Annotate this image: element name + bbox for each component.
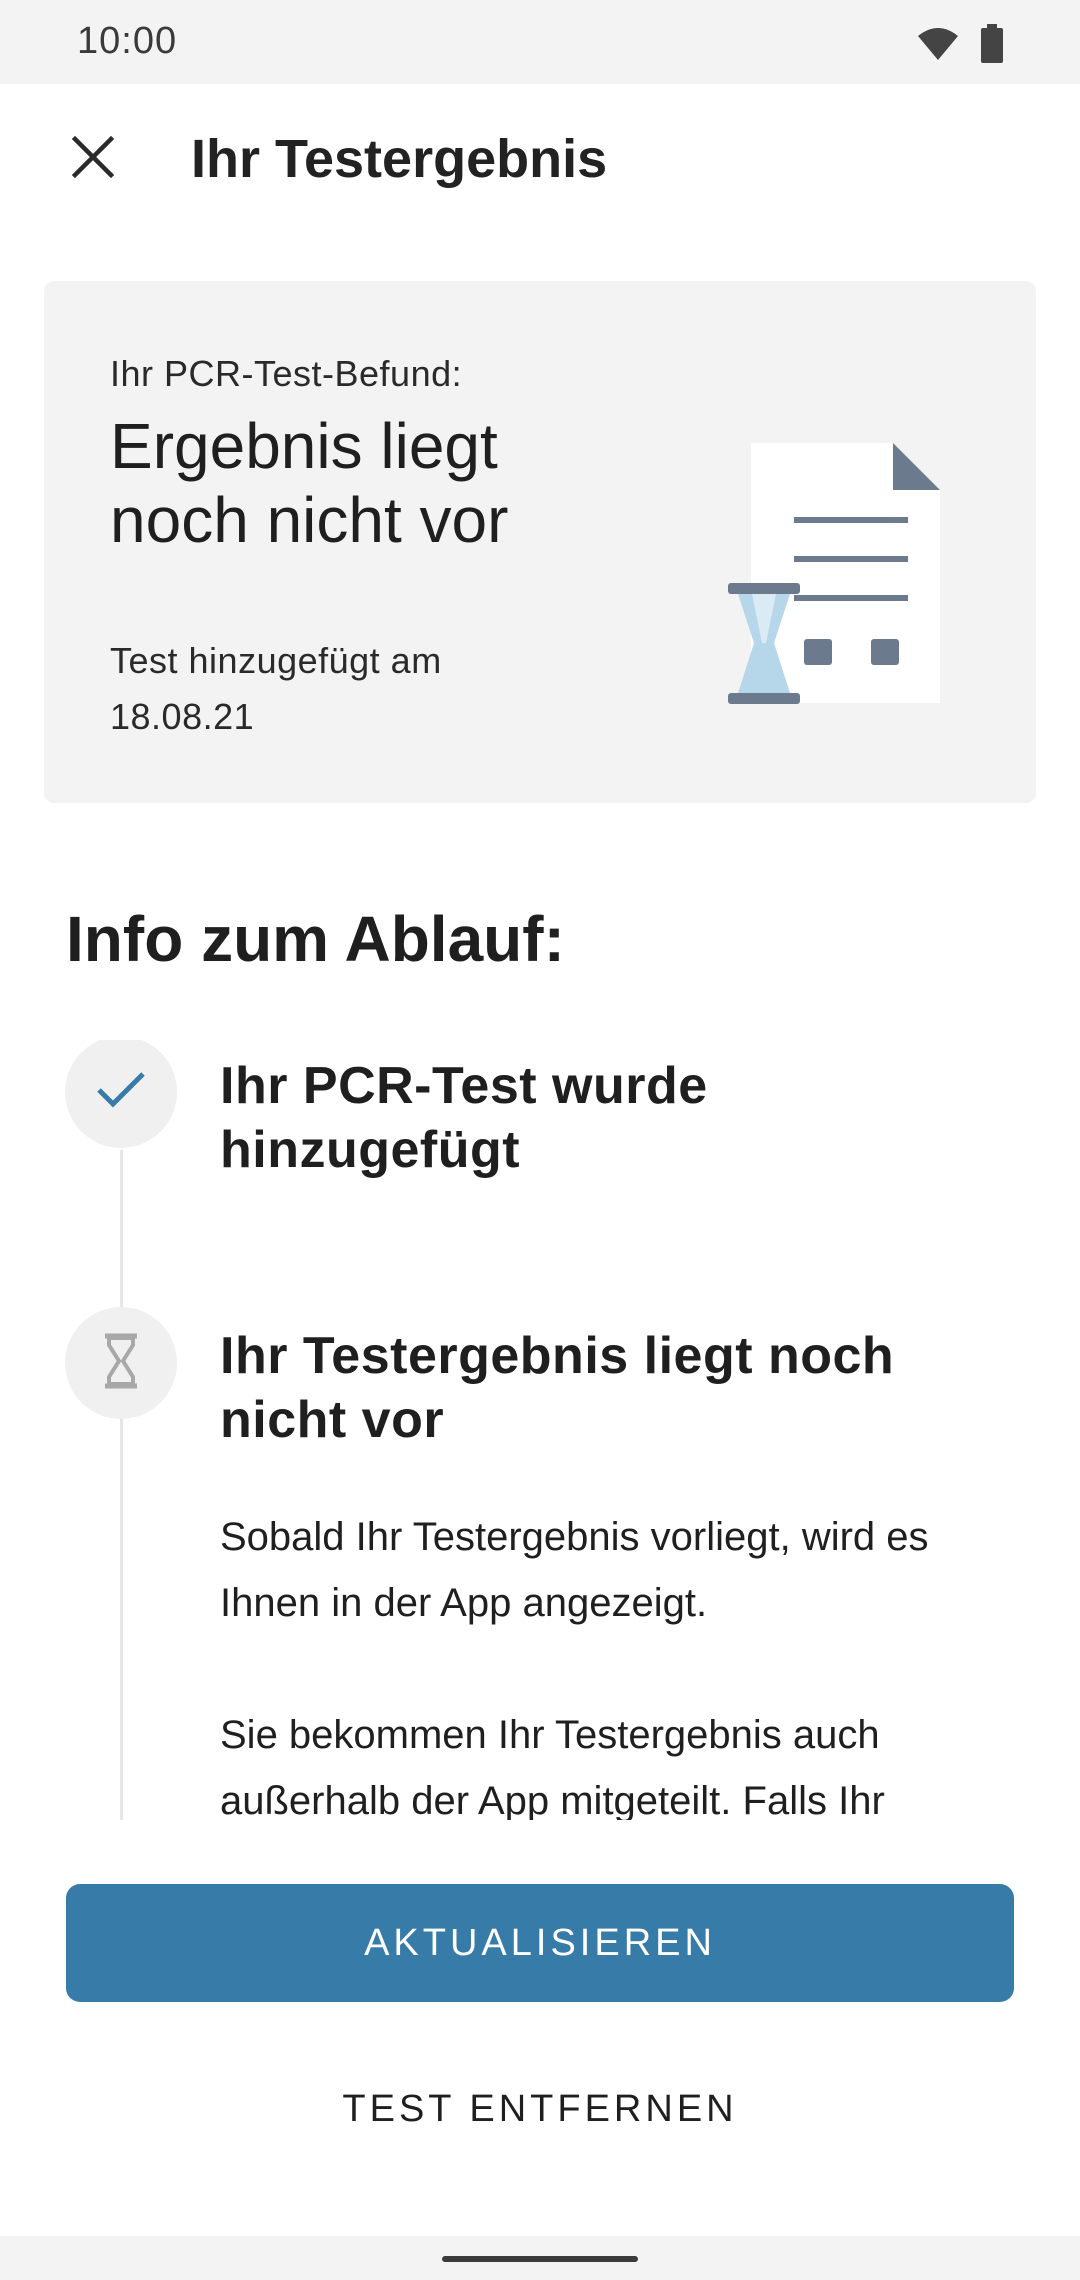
timeline-line: [120, 1150, 123, 1820]
step-check-icon-container: [65, 1040, 177, 1148]
remove-test-button[interactable]: TEST ENTFERNEN: [66, 2050, 1014, 2168]
close-button[interactable]: [58, 124, 128, 194]
status-time: 10:00: [77, 20, 178, 62]
home-gesture-handle[interactable]: [442, 2256, 638, 2262]
step-body-text-1: Sobald Ihr Testergebnis vorliegt, wird e…: [220, 1515, 929, 1625]
step-body-text-2: Sie bekommen Ihr Testergebnis auch außer…: [220, 1713, 885, 1820]
wifi-icon: [916, 26, 960, 67]
close-icon: [71, 135, 115, 184]
result-status: Ergebnis liegt noch nicht vor: [110, 410, 509, 556]
process-steps: Ihr PCR-Test wurde hinzugefügt Ihr Teste…: [0, 1040, 1080, 1820]
step-title-added: Ihr PCR-Test wurde hinzugefügt: [220, 1057, 708, 1179]
app-bar: Ihr Testergebnis: [0, 84, 1080, 244]
refresh-button[interactable]: AKTUALISIEREN: [66, 1884, 1014, 2002]
info-heading: Info zum Ablauf:: [66, 903, 565, 975]
action-footer: AKTUALISIEREN TEST ENTFERNEN: [0, 1820, 1080, 2240]
document-hourglass-illustration: [674, 443, 954, 723]
check-icon: [95, 1070, 147, 1115]
status-icons: [916, 24, 1004, 69]
step-hourglass-icon-container: [65, 1307, 177, 1419]
system-navigation-bar: [0, 2236, 1080, 2280]
test-result-card: Ihr PCR-Test-Befund: Ergebnis liegt noch…: [44, 281, 1036, 803]
step-title-pending: Ihr Testergebnis liegt noch nicht vor: [220, 1327, 895, 1449]
battery-icon: [980, 24, 1004, 69]
test-added-date: Test hinzugefügt am 18.08.21: [110, 640, 442, 737]
page-title: Ihr Testergebnis: [191, 129, 608, 189]
hourglass-icon: [101, 1333, 141, 1394]
status-bar: 10:00: [0, 0, 1080, 84]
result-label: Ihr PCR-Test-Befund:: [110, 353, 463, 394]
